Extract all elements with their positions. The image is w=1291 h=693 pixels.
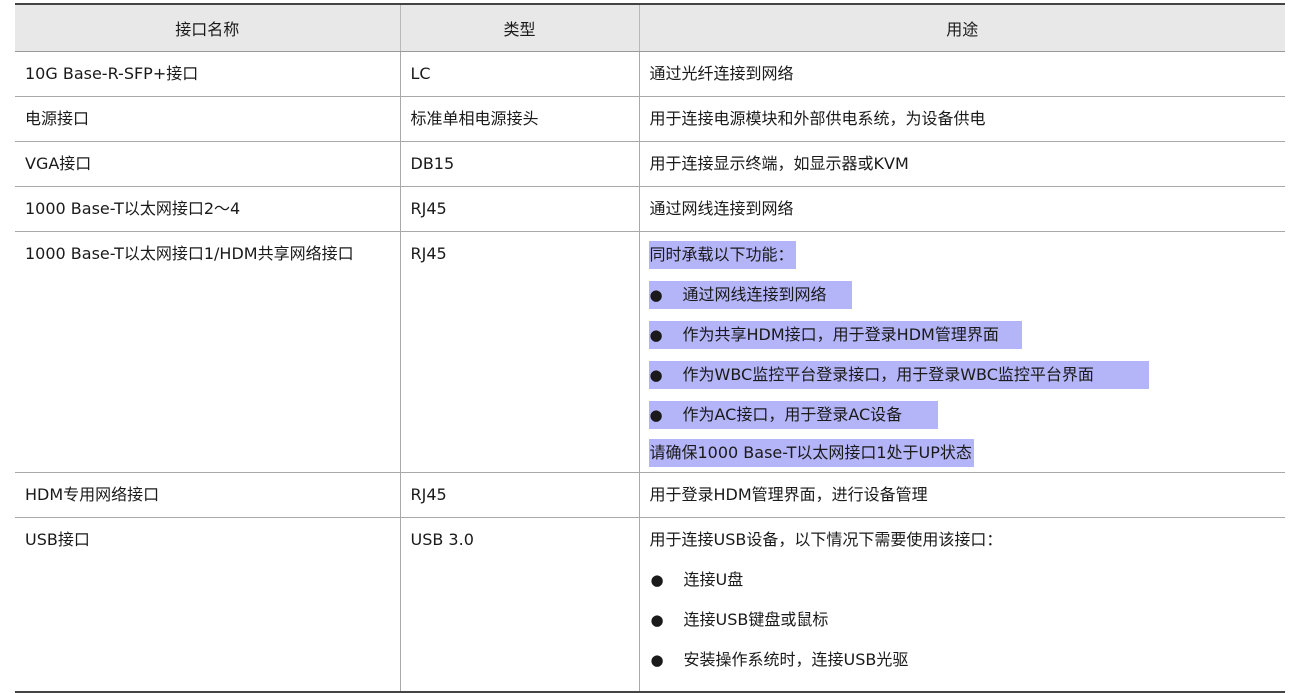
cell-usage-highlighted: 同时承载以下功能： ● 通过网线连接到网络 ● 作为共享HDM接口，用于登录HD… [638,231,1285,473]
list-item: ● 连接USB键盘或鼠标 [650,610,829,630]
cell-name: HDM专用网络接口 [15,472,401,518]
list-item: ● 作为共享HDM接口，用于登录HDM管理界面 [648,321,1276,349]
list-item: ● 通过网线连接到网络 [648,281,1276,309]
usage-bullet-list: ● 连接U盘 ● 连接USB键盘或鼠标 ● 安装操作系统时，连接USB光驱 [650,570,1276,670]
cell-name: 10G Base-R-SFP+接口 [15,51,401,97]
table-row: 1000 Base-T以太网接口1/HDM共享网络接口 RJ45 同时承载以下功… [15,231,1285,473]
interface-table-container: 接口名称 类型 用途 10G Base-R-SFP+接口 LC 通过光纤连接到网… [15,3,1285,693]
cell-usage: 通过网线连接到网络 [638,186,1285,232]
table-row: HDM专用网络接口 RJ45 用于登录HDM管理界面，进行设备管理 [15,472,1285,518]
table-row: VGA接口 DB15 用于连接显示终端，如显示器或KVM [15,141,1285,187]
table-row: 10G Base-R-SFP+接口 LC 通过光纤连接到网络 [15,51,1285,97]
cell-usage: 通过光纤连接到网络 [638,51,1285,97]
cell-usage: 用于登录HDM管理界面，进行设备管理 [638,472,1285,518]
cell-name: VGA接口 [15,141,401,187]
cell-type: LC [399,51,640,97]
cell-type: RJ45 [399,472,640,518]
cell-usage: 用于连接电源模块和外部供电系统，为设备供电 [638,96,1285,142]
table-header-row: 接口名称 类型 用途 [15,3,1285,52]
cell-usage: 用于连接显示终端，如显示器或KVM [638,141,1285,187]
cell-type: RJ45 [399,186,640,232]
header-type: 类型 [399,3,640,52]
usage-intro: 同时承载以下功能： [648,241,796,269]
bullet-icon: ● [650,611,664,629]
bullet-icon: ● [649,286,663,304]
table-row: USB接口 USB 3.0 用于连接USB设备，以下情况下需要使用该接口： ● … [15,517,1285,693]
bullet-icon: ● [649,326,663,344]
cell-name: 1000 Base-T以太网接口1/HDM共享网络接口 [15,231,401,473]
cell-type: DB15 [399,141,640,187]
usage-note: 请确保1000 Base-T以太网接口1处于UP状态 [648,439,974,467]
interface-table: 接口名称 类型 用途 10G Base-R-SFP+接口 LC 通过光纤连接到网… [15,3,1285,693]
cell-name: 电源接口 [15,96,401,142]
list-item: ● 安装操作系统时，连接USB光驱 [650,650,909,670]
cell-type: RJ45 [399,231,640,473]
header-usage: 用途 [638,3,1285,52]
bullet-icon: ● [649,406,663,424]
cell-usage: 用于连接USB设备，以下情况下需要使用该接口： ● 连接U盘 ● 连接USB键盘… [638,517,1285,693]
bullet-icon: ● [650,651,664,669]
list-item: ● 连接U盘 [650,570,744,590]
table-row: 1000 Base-T以太网接口2～4 RJ45 通过网线连接到网络 [15,186,1285,232]
list-item: ● 作为AC接口，用于登录AC设备 [648,401,1276,429]
bullet-icon: ● [649,366,663,384]
cell-type: USB 3.0 [399,517,640,693]
cell-type: 标准单相电源接头 [399,96,640,142]
usage-bullet-list: ● 通过网线连接到网络 ● 作为共享HDM接口，用于登录HDM管理界面 ● 作为… [648,281,1276,429]
cell-name: 1000 Base-T以太网接口2～4 [15,186,401,232]
header-interface-name: 接口名称 [15,3,401,52]
table-row: 电源接口 标准单相电源接头 用于连接电源模块和外部供电系统，为设备供电 [15,96,1285,142]
usage-intro: 用于连接USB设备，以下情况下需要使用该接口： [649,530,1003,549]
cell-name: USB接口 [15,517,401,693]
bullet-icon: ● [650,571,664,589]
list-item: ● 作为WBC监控平台登录接口，用于登录WBC监控平台界面 [648,361,1276,389]
